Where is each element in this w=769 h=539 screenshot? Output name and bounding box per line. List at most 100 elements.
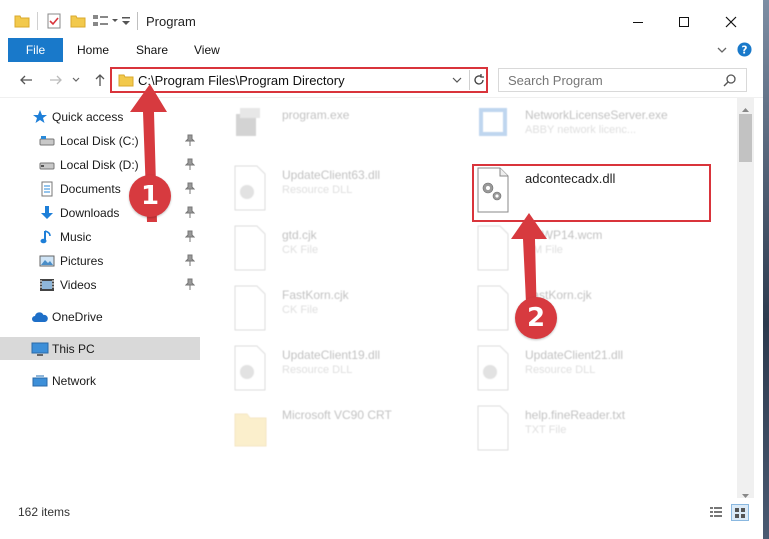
customize-toolbar-icon[interactable] xyxy=(121,11,131,31)
pin-icon xyxy=(184,182,196,194)
title-divider xyxy=(137,12,138,30)
pin-icon xyxy=(184,254,196,266)
file-type: Resource DLL xyxy=(525,364,596,376)
file-icon xyxy=(232,224,270,272)
sidebar-item-label: Network xyxy=(52,374,97,388)
pin-icon xyxy=(184,134,196,146)
sidebar-item-label: Music xyxy=(60,230,92,244)
file-item[interactable]: gtd.cjk CK File xyxy=(232,224,472,280)
tab-view[interactable]: View xyxy=(194,43,220,57)
item-count: 162 items xyxy=(18,505,71,519)
large-icons-view-icon[interactable] xyxy=(731,504,749,521)
star-icon xyxy=(32,109,48,125)
search-input[interactable]: Search Program xyxy=(498,68,747,92)
forward-button[interactable] xyxy=(46,70,66,90)
sidebar-item-label: This PC xyxy=(52,342,95,356)
properties-icon[interactable] xyxy=(46,11,62,31)
drive-icon xyxy=(39,133,55,149)
network-icon xyxy=(31,373,48,389)
up-button[interactable] xyxy=(90,70,110,90)
refresh-icon[interactable] xyxy=(469,70,487,90)
sidebar-item-videos[interactable]: Videos xyxy=(0,273,200,296)
desktop-background xyxy=(763,0,769,539)
pin-icon xyxy=(184,158,196,170)
file-name: Microsoft VC90 CRT xyxy=(282,408,392,422)
tab-home[interactable]: Home xyxy=(77,43,109,57)
file-item[interactable]: UpdateClient21.dll Resource DLL xyxy=(475,344,715,400)
file-name: help.fineReader.txt xyxy=(525,408,626,422)
file-item[interactable]: program.exe xyxy=(232,104,472,160)
details-view-icon[interactable] xyxy=(709,505,723,522)
sidebar-item-label: Local Disk (C:) xyxy=(60,134,139,148)
sidebar-item-onedrive[interactable]: OneDrive xyxy=(0,305,200,328)
view-options-icon[interactable] xyxy=(92,11,122,31)
sidebar-item-this-pc[interactable]: This PC xyxy=(0,337,200,360)
back-button[interactable] xyxy=(16,70,36,90)
music-icon xyxy=(39,229,55,245)
dll-icon xyxy=(232,344,270,392)
tab-share[interactable]: Share xyxy=(136,43,168,57)
downloads-icon xyxy=(39,205,55,221)
file-icon xyxy=(475,224,513,272)
sidebar-item-label: OneDrive xyxy=(52,310,103,324)
file-item[interactable]: UpdateClient63.dll Resource DLL xyxy=(232,164,472,220)
qa-divider xyxy=(37,12,38,30)
vertical-scrollbar[interactable] xyxy=(737,98,754,500)
pin-icon xyxy=(184,278,196,290)
close-button[interactable] xyxy=(711,8,751,36)
recent-locations-icon[interactable] xyxy=(70,70,82,90)
sidebar-item-label: Pictures xyxy=(60,254,104,268)
window-title: Program xyxy=(146,14,196,29)
search-icon[interactable] xyxy=(723,73,737,90)
file-type: CK File xyxy=(282,304,319,316)
folder-icon xyxy=(232,404,270,452)
file-type: Resource DLL xyxy=(282,184,353,196)
file-type: ABBY network licenc... xyxy=(525,124,637,136)
scrollbar-thumb[interactable] xyxy=(739,114,752,162)
svg-text:?: ? xyxy=(742,44,748,56)
sidebar-item-label: Documents xyxy=(60,182,121,196)
file-icon xyxy=(475,404,513,452)
new-folder-icon[interactable] xyxy=(70,11,86,31)
file-name: program.exe xyxy=(282,108,350,122)
dll-icon xyxy=(232,164,270,212)
documents-icon xyxy=(39,181,55,197)
file-item[interactable]: help.fineReader.txt TXT File xyxy=(475,404,715,460)
file-item[interactable]: UpdateClient19.dll Resource DLL xyxy=(232,344,472,400)
file-type: Resource DLL xyxy=(282,364,353,376)
status-bar: 162 items xyxy=(0,498,763,539)
cloud-icon xyxy=(31,309,48,325)
file-item[interactable]: FastKorn.cjk CK File xyxy=(232,284,472,340)
address-dropdown-icon[interactable] xyxy=(449,71,465,89)
file-name: UpdateClient21.dll xyxy=(525,348,624,362)
sidebar-item-label: Local Disk (D:) xyxy=(60,158,139,172)
videos-icon xyxy=(39,277,55,293)
expand-ribbon-icon[interactable] xyxy=(716,44,728,59)
file-icon xyxy=(232,284,270,332)
dll-icon xyxy=(475,344,513,392)
pin-icon xyxy=(184,230,196,242)
maximize-button[interactable] xyxy=(664,8,704,36)
help-icon[interactable]: ? xyxy=(737,42,752,60)
sidebar-item-network[interactable]: Network xyxy=(0,369,200,392)
file-name: gtd.cjk xyxy=(282,228,317,242)
file-type: CK File xyxy=(282,244,319,256)
exe-icon xyxy=(475,104,513,152)
ribbon-tabs: File Home Share View ? xyxy=(0,38,763,62)
exe-icon xyxy=(232,104,270,152)
file-name: FastKorn.cjk xyxy=(282,288,349,302)
minimize-button[interactable] xyxy=(618,8,658,36)
sidebar-item-label: Videos xyxy=(60,278,97,292)
sidebar-item-label: Downloads xyxy=(60,206,120,220)
sidebar-item-pictures[interactable]: Pictures xyxy=(0,249,200,272)
address-row: C:\Program Files\Program Directory Searc… xyxy=(0,62,763,98)
file-item[interactable]: Microsoft VC90 CRT xyxy=(232,404,472,460)
title-bar: Program xyxy=(0,0,763,40)
file-type: TXT File xyxy=(525,424,567,436)
explorer-window: Program File Home Share View ? C:\Progra… xyxy=(0,0,763,539)
file-list: program.exe NetworkLicenseServer.exe ABB… xyxy=(202,98,737,498)
pictures-icon xyxy=(39,253,55,269)
sidebar-item-music[interactable]: Music xyxy=(0,225,200,248)
tab-file[interactable]: File xyxy=(8,38,63,62)
file-item[interactable]: NetworkLicenseServer.exe ABBY network li… xyxy=(475,104,715,160)
